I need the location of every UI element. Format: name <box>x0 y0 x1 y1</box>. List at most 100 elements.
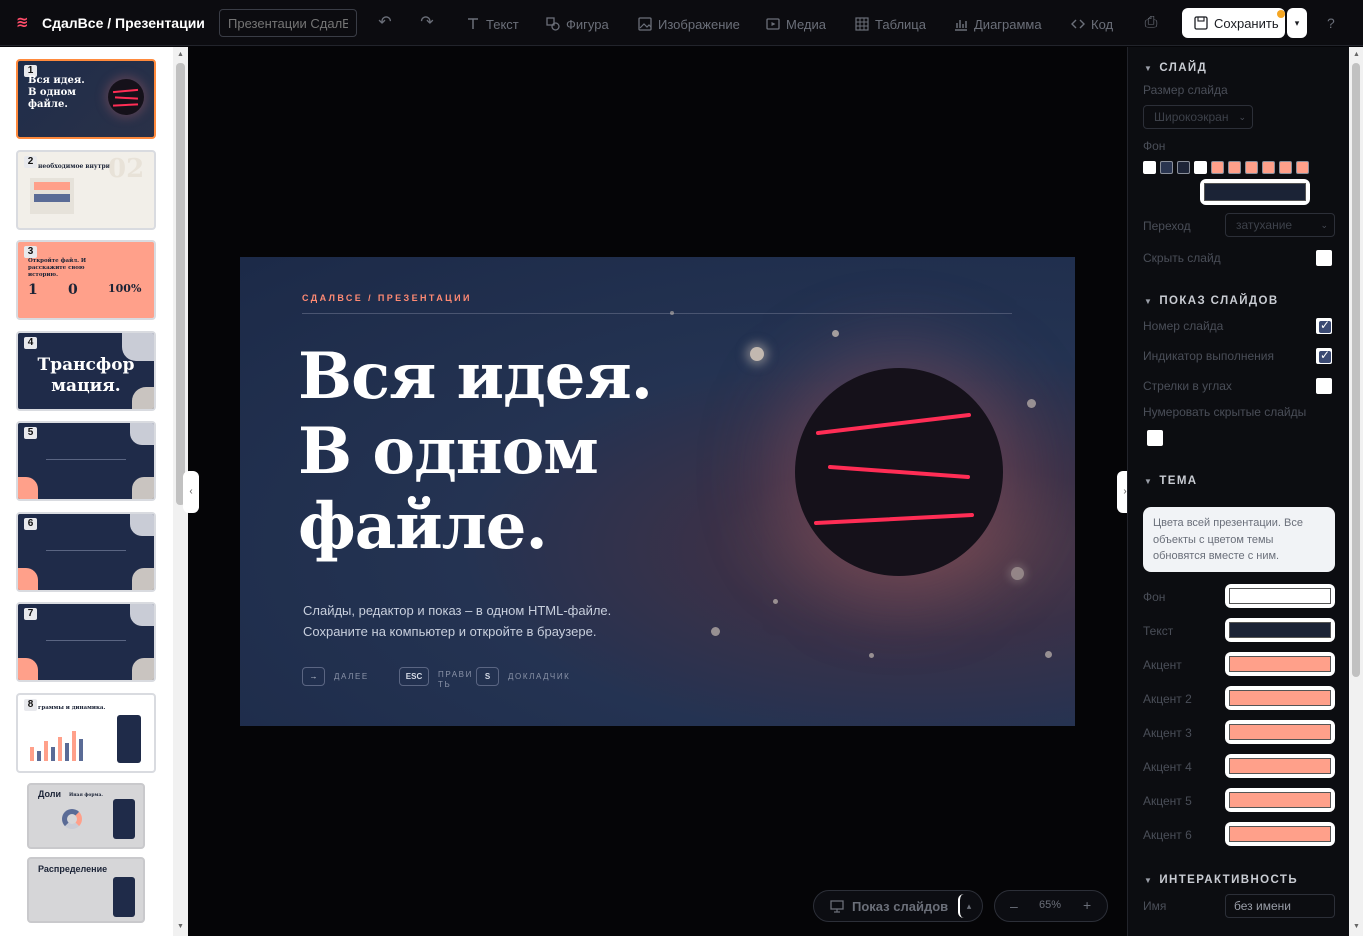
progress-indicator-checkbox[interactable]: ✓ <box>1316 348 1332 364</box>
slide-title-line: Вся идея. <box>298 339 653 414</box>
save-menu-caret-icon[interactable]: ▾ <box>1287 8 1307 38</box>
slide-thumb-title: Доли <box>38 789 62 799</box>
theme-color-label: Акцент 2 <box>1143 692 1192 706</box>
slide-subtitle-line: Сохраните на компьютер и откройте в брау… <box>303 624 597 639</box>
theme-color-field[interactable] <box>1225 652 1335 676</box>
app-logo-icon: ≋ <box>16 14 29 31</box>
slide-thumb-1[interactable]: 1 Вся идея. В одном файле. <box>16 59 156 139</box>
text-icon <box>468 18 478 29</box>
slide-thumb-3[interactable]: 3 Откройте файл. И расскажите свою истор… <box>16 240 156 320</box>
help-icon[interactable]: ? <box>1327 15 1335 31</box>
background-label: Фон <box>1143 139 1166 153</box>
scrollbar-thumb[interactable] <box>1352 63 1360 677</box>
print-icon[interactable]: ⎙ <box>1141 13 1161 33</box>
slide-size-select[interactable]: Широкоэкран ⌄ <box>1143 105 1253 129</box>
background-swatch[interactable] <box>1245 161 1258 174</box>
scroll-down-arrow-icon[interactable]: ▼ <box>176 923 185 932</box>
collapse-left-panel-icon[interactable]: ‹ <box>183 471 199 513</box>
slide-thumb-2[interactable]: 2 необходимое внутри. 02 <box>16 150 156 230</box>
slide-thumb-6[interactable]: 6 <box>16 512 156 592</box>
background-swatch[interactable] <box>1296 161 1309 174</box>
background-swatch[interactable] <box>1143 161 1156 174</box>
undo-icon[interactable]: ↶ <box>375 13 395 33</box>
theme-color-fill <box>1229 690 1331 706</box>
theme-color-field[interactable] <box>1225 686 1335 710</box>
section-slideshow[interactable]: ▼ ПОКАЗ СЛАЙДОВ <box>1144 295 1279 307</box>
top-toolbar: ≋ СдалВсе / Презентации ↶ ↷ Текст Фигура… <box>0 0 1363 46</box>
background-swatch[interactable] <box>1194 161 1207 174</box>
section-theme[interactable]: ▼ ТЕМА <box>1144 475 1198 487</box>
theme-color-label: Акцент 6 <box>1143 828 1192 842</box>
slide-thumb-number: 2 <box>24 156 37 168</box>
zoom-out-button[interactable]: – <box>1010 898 1018 914</box>
slide-thumb-title: необходимое внутри. <box>38 163 113 170</box>
tool-text-button[interactable]: Текст <box>466 14 519 34</box>
number-hidden-checkbox[interactable] <box>1147 430 1163 446</box>
slide-number-checkbox[interactable]: ✓ <box>1316 318 1332 334</box>
theme-color-field[interactable] <box>1225 754 1335 778</box>
element-name-input[interactable]: без имени <box>1225 894 1335 918</box>
slide-orb[interactable] <box>795 368 1003 576</box>
slide-thumb-10[interactable]: Распределение <box>27 857 145 923</box>
theme-color-fill <box>1229 724 1331 740</box>
tool-shape-button[interactable]: Фигура <box>546 14 609 34</box>
properties-scrollbar[interactable]: ▲ ▼ <box>1349 47 1363 936</box>
slide-title[interactable]: Вся идея. В одном файле. <box>298 339 653 564</box>
slide-thumb-5[interactable]: 5 <box>16 421 156 501</box>
theme-color-field[interactable] <box>1225 822 1335 846</box>
check-icon: ✓ <box>1320 348 1331 362</box>
collapse-triangle-icon: ▼ <box>1144 477 1154 486</box>
background-swatch[interactable] <box>1262 161 1275 174</box>
theme-color-fill <box>1229 758 1331 774</box>
theme-color-field[interactable] <box>1225 584 1335 608</box>
slideshow-options-caret-icon[interactable]: ▴ <box>958 894 978 918</box>
theme-color-fill <box>1229 826 1331 842</box>
tool-chart-button[interactable]: Диаграмма <box>954 14 1042 34</box>
transition-select[interactable]: затухание ⌄ <box>1225 213 1335 237</box>
corner-arrows-checkbox[interactable] <box>1316 378 1332 394</box>
scrollbar-thumb[interactable] <box>176 63 185 505</box>
zoom-in-button[interactable]: + <box>1083 897 1091 913</box>
slideshow-label: Показ слайдов <box>852 898 949 914</box>
background-color-field[interactable] <box>1200 179 1310 205</box>
presentation-name-input[interactable] <box>219 9 357 37</box>
background-swatch[interactable] <box>1279 161 1292 174</box>
tool-media-button[interactable]: Медиа <box>766 14 826 34</box>
chart-icon <box>955 20 967 31</box>
slide-key-hints: → ДАЛЕЕ ESC ПРАВИ ТЬ S ДОКЛАДЧИК <box>302 667 570 690</box>
slide-thumb-7[interactable]: 7 <box>16 602 156 682</box>
background-swatch[interactable] <box>1177 161 1190 174</box>
background-swatch[interactable] <box>1228 161 1241 174</box>
redo-icon[interactable]: ↷ <box>417 13 437 33</box>
scroll-up-arrow-icon[interactable]: ▲ <box>176 51 185 60</box>
thumb-line <box>46 640 126 641</box>
slide-thumb-4[interactable]: 4 Трансфор мация. <box>16 331 156 411</box>
theme-color-field[interactable] <box>1225 618 1335 642</box>
scroll-down-arrow-icon[interactable]: ▼ <box>1352 923 1361 932</box>
theme-color-field[interactable] <box>1225 720 1335 744</box>
tool-table-button[interactable]: Таблица <box>855 14 926 34</box>
section-interactivity[interactable]: ▼ ИНТЕРАКТИВНОСТЬ <box>1144 874 1298 886</box>
tool-image-button[interactable]: Изображение <box>638 14 740 34</box>
theme-color-field[interactable] <box>1225 788 1335 812</box>
thumb-donut <box>62 809 82 829</box>
section-slide[interactable]: ▼ СЛАЙД <box>1144 62 1207 74</box>
background-swatch[interactable] <box>1211 161 1224 174</box>
tool-media-label: Медиа <box>786 16 826 32</box>
slide-thumb-8[interactable]: 8 граммы и динамика. <box>16 693 156 773</box>
theme-color-fill <box>1229 656 1331 672</box>
slide-thumb-9[interactable]: Доли Иная форма. <box>27 783 145 849</box>
slide-kicker[interactable]: СДАЛВСЕ / ПРЕЗЕНТАЦИИ <box>302 293 472 303</box>
current-slide[interactable]: СДАЛВСЕ / ПРЕЗЕНТАЦИИ Вся идея. В одном … <box>240 257 1075 726</box>
theme-info: Цвета всей презентации. Все объекты с цв… <box>1143 507 1335 572</box>
tool-code-button[interactable]: Код <box>1071 14 1113 34</box>
tool-table-label: Таблица <box>875 16 926 32</box>
background-swatch[interactable] <box>1160 161 1173 174</box>
hide-slide-checkbox[interactable] <box>1316 250 1332 266</box>
slide-subtitle[interactable]: Слайды, редактор и показ – в одном HTML-… <box>303 600 611 642</box>
thumb-card <box>30 178 74 214</box>
save-label: Сохранить <box>1214 15 1279 31</box>
save-button[interactable]: Сохранить <box>1182 8 1285 38</box>
scroll-up-arrow-icon[interactable]: ▲ <box>1352 51 1361 60</box>
thumb-corner <box>130 514 154 536</box>
